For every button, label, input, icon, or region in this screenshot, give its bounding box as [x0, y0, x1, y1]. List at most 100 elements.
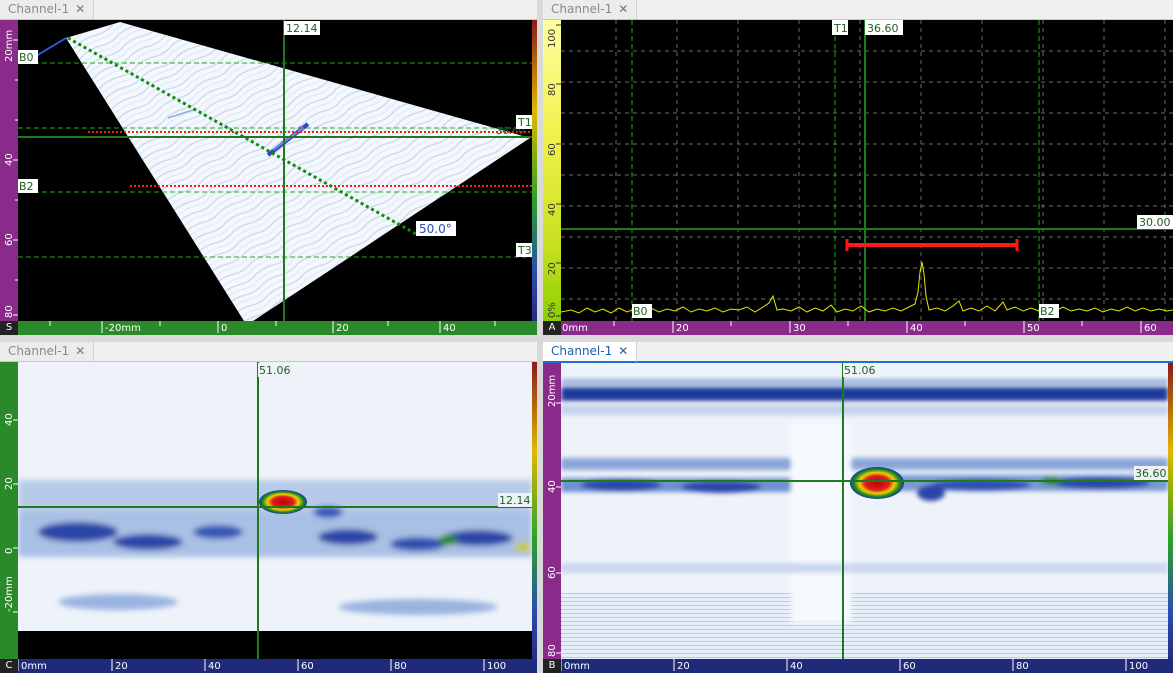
close-icon[interactable]: ✕ — [618, 344, 628, 358]
a-ytick-1: 80 — [547, 83, 558, 96]
s-marker-b0: B0 — [19, 51, 34, 64]
s-xtick-1: 0 — [221, 323, 227, 334]
a-ytick-4: 20 — [547, 262, 558, 275]
c-xtick-2: 40 — [208, 661, 221, 672]
tab-label: Channel-1 — [551, 2, 613, 16]
c-cursor-x-label: 51.06 — [259, 364, 291, 377]
c-scan-view: 40 20 0 -20mm 51.06 12.14 0mm 20 40 60 8… — [0, 362, 537, 673]
a-scan-grid — [561, 20, 1173, 321]
tab-s-scan-channel[interactable]: Channel-1 ✕ — [0, 0, 95, 19]
s-xtick-3: 40 — [443, 323, 456, 334]
b-scan-texture — [561, 379, 1168, 623]
tab-c-scan-channel[interactable]: Channel-1 ✕ — [0, 342, 95, 361]
a-xtick-2: 30 — [793, 323, 806, 334]
a-scan-amplitude-axis: 100 80 60 40 20 0% — [543, 20, 561, 321]
a-xtick-4: 50 — [1027, 323, 1040, 334]
s-xtick-2: 20 — [336, 323, 349, 334]
close-icon[interactable]: ✕ — [618, 2, 628, 16]
c-scan-palette — [532, 362, 537, 659]
c-ytick-1: 20 — [4, 477, 15, 490]
c-xtick-1: 20 — [115, 661, 128, 672]
a-cursor-t1: T1 — [833, 22, 848, 35]
b-view-label: B — [543, 659, 561, 673]
s-ytick-2: 60 — [4, 233, 15, 246]
b-scan-tabbar: Channel-1 ✕ — [543, 342, 1173, 363]
s-scan-depth-ruler: 20mm 40 60 80 — [4, 30, 18, 318]
a-xtick-0: 0mm — [562, 323, 588, 334]
a-ytick-0: 100 — [547, 29, 558, 48]
a-marker-b0: B0 — [633, 305, 648, 318]
b-ytick-1: 40 — [547, 480, 558, 493]
c-ytick-0: 40 — [4, 413, 15, 426]
s-ytick-0: 20mm — [4, 30, 15, 62]
b-xtick-3: 60 — [903, 661, 916, 672]
c-view-label: C — [0, 659, 18, 673]
b-cursor-y-label: 36.60 — [1135, 467, 1167, 480]
c-ytick-3: -20mm — [4, 576, 15, 612]
b-xtick-2: 40 — [790, 661, 803, 672]
a-view-label: A — [543, 321, 561, 335]
s-view-label: S — [0, 321, 18, 335]
a-ytick-2: 60 — [547, 143, 558, 156]
c-xtick-5: 100 — [487, 661, 506, 672]
close-icon[interactable]: ✕ — [75, 344, 85, 358]
c-scan-image[interactable]: 51.06 12.14 — [18, 362, 532, 659]
a-scan-signal — [561, 261, 1173, 314]
a-ytick-5: 0% — [547, 302, 558, 318]
a-scan-panel: Channel-1 ✕ 100 80 60 40 20 0% T1 36.60 … — [543, 0, 1173, 335]
s-angle-label: 50.0° — [419, 222, 452, 236]
c-xtick-3: 60 — [301, 661, 314, 672]
s-marker-t1: T1 — [517, 116, 532, 129]
b-scan-depth-axis: 20mm 40 60 80 — [543, 363, 561, 659]
b-scan-view: 20mm 40 60 80 51.06 36.60 0mm 20 40 60 8… — [543, 363, 1173, 673]
a-scan-plot[interactable]: T1 36.60 30.00 B0 B2 — [561, 20, 1173, 321]
s-ytick-3: 80 — [4, 305, 15, 318]
b-scan-palette — [1168, 363, 1173, 659]
a-xtick-5: 60 — [1144, 323, 1157, 334]
tab-label: Channel-1 — [8, 2, 70, 16]
c-scan-index-axis: 40 20 0 -20mm — [0, 362, 18, 659]
b-xtick-5: 100 — [1129, 661, 1148, 672]
c-cursor-y-label: 12.14 — [499, 494, 531, 507]
b-ytick-3: 80 — [547, 644, 558, 657]
b-xtick-0: 0mm — [564, 661, 590, 672]
b-xtick-1: 20 — [677, 661, 690, 672]
s-scan-sector — [66, 22, 530, 321]
s-cursor-x-label: 12.14 — [286, 22, 318, 35]
tab-a-scan-channel[interactable]: Channel-1 ✕ — [543, 0, 638, 19]
close-icon[interactable]: ✕ — [75, 2, 85, 16]
s-scan-palette — [532, 20, 537, 321]
c-scan-panel: Channel-1 ✕ 40 20 0 -20mm 51.06 12.14 0m… — [0, 342, 537, 673]
s-scan-tabbar: Channel-1 ✕ — [0, 0, 537, 20]
a-scan-x-ruler: 0mm 20 30 40 50 60 — [562, 321, 1157, 334]
a-scan-sound-path-axis: 0mm 20 30 40 50 60 — [543, 321, 1173, 335]
s-scan-canvas: 12.14 36.60 B0 B2 T1 T3 50.0° — [18, 20, 532, 321]
a-xtick-1: 20 — [676, 323, 689, 334]
tab-label: Channel-1 — [551, 344, 613, 358]
b-ytick-2: 60 — [547, 566, 558, 579]
c-xtick-0: 0mm — [21, 661, 47, 672]
s-scan-x-ruler: -20mm 0 20 40 — [49, 321, 496, 334]
a-scan-tabbar: Channel-1 ✕ — [543, 0, 1173, 20]
s-scan-image[interactable]: 12.14 36.60 B0 B2 T1 T3 50.0° — [18, 20, 532, 321]
s-scan-view: 20mm 40 60 80 12.14 36.60 B0 B2 T1 T3 50… — [0, 20, 537, 335]
a-cursor-x-label: 36.60 — [867, 22, 899, 35]
b-scan-scan-axis: 0mm 20 40 60 80 100 — [543, 659, 1173, 673]
s-xtick-0: -20mm — [105, 323, 141, 334]
s-scan-depth-axis: 20mm 40 60 80 — [0, 20, 18, 321]
c-scan-scan-axis: 0mm 20 40 60 80 100 — [0, 659, 537, 673]
b-scan-image[interactable]: 51.06 36.60 — [561, 363, 1168, 659]
s-scan-panel: Channel-1 ✕ 20mm 40 60 80 12.14 36.60 B0… — [0, 0, 537, 335]
s-marker-t3: T3 — [517, 244, 532, 257]
s-scan-index-axis: -20mm 0 20 40 — [0, 321, 537, 335]
s-marker-b2: B2 — [19, 180, 34, 193]
b-cursor-x-label: 51.06 — [844, 364, 876, 377]
c-ytick-2: 0 — [4, 548, 15, 554]
a-cursor-y-label: 30.00 — [1139, 216, 1171, 229]
b-scan-y-ruler: 20mm 40 60 80 — [547, 375, 561, 657]
tab-label: Channel-1 — [8, 344, 70, 358]
tab-b-scan-channel[interactable]: Channel-1 ✕ — [543, 342, 638, 363]
a-scan-amp-ruler: 100 80 60 40 20 0% — [547, 24, 561, 318]
b-scan-panel: Channel-1 ✕ 20mm 40 60 80 51.06 36.60 0m… — [543, 342, 1173, 673]
c-scan-tabbar: Channel-1 ✕ — [0, 342, 537, 362]
